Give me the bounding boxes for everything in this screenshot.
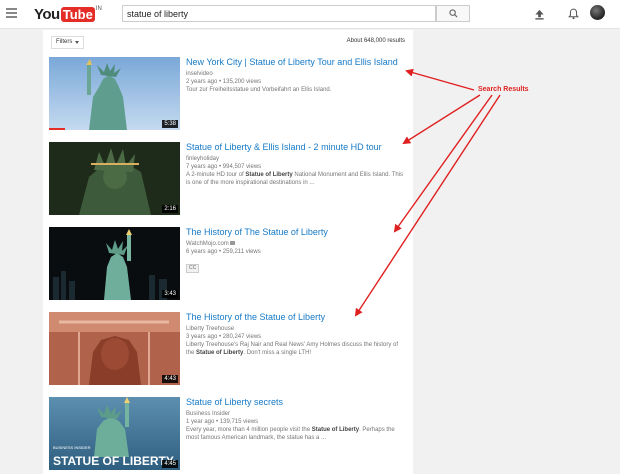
search-results-annotation: Search Results — [478, 86, 529, 93]
list-item[interactable]: 3:43 The History of The Statue of Libert… — [49, 227, 409, 301]
desc-text: A 2-minute HD tour of — [186, 172, 246, 178]
desc-text: . Don't miss a single LTH! — [243, 350, 312, 356]
watched-progress-bar — [49, 128, 65, 130]
cc-badge: CC — [186, 264, 200, 273]
notifications-bell-icon[interactable] — [568, 7, 579, 25]
video-duration: 5:38 — [162, 120, 178, 128]
logo-region: IN — [95, 6, 102, 12]
list-item[interactable]: BUSINESS INSIDER STATUE OF LIBERTY 4:45 … — [49, 397, 409, 471]
video-title[interactable]: Statue of Liberty secrets — [186, 397, 406, 408]
desc-highlight: Statue of Liberty — [245, 172, 293, 178]
video-thumbnail[interactable]: 3:43 — [49, 227, 180, 300]
video-duration: 2:16 — [162, 205, 178, 213]
thumb-small-text: BUSINESS INSIDER — [53, 445, 91, 450]
list-item[interactable]: 4:43 The History of the Statue of Libert… — [49, 312, 409, 386]
statue-image — [49, 57, 180, 130]
desc-text: Every year, more than 4 million people v… — [186, 427, 312, 433]
chevron-down-icon — [75, 41, 80, 44]
channel-name[interactable]: Liberty Treehouse — [186, 326, 406, 333]
video-thumbnail[interactable]: 5:38 — [49, 57, 180, 130]
video-duration: 3:43 — [162, 290, 178, 298]
youtube-logo[interactable]: You Tube IN — [34, 5, 102, 23]
search-button[interactable] — [436, 5, 470, 22]
filters-button[interactable]: Filters — [51, 36, 85, 49]
results-count: About 648,000 results — [346, 38, 405, 44]
avatar[interactable] — [590, 5, 605, 20]
video-title[interactable]: The History of the Statue of Liberty — [186, 312, 406, 323]
video-meta: 1 year ago • 139,715 views — [186, 419, 259, 425]
video-meta: 7 years ago • 994,507 views — [186, 164, 262, 170]
search-icon — [448, 9, 458, 18]
annotation-arrow — [405, 68, 475, 91]
thumb-title-text: STATUE OF LIBERTY — [53, 454, 174, 468]
video-description: Liberty Treehouse's Raj Nair and Real Ne… — [186, 341, 406, 357]
video-thumbnail[interactable]: BUSINESS INSIDER STATUE OF LIBERTY 4:45 — [49, 397, 180, 470]
list-item[interactable]: 2:16 Statue of Liberty & Ellis Island - … — [49, 142, 409, 216]
hamburger-menu-icon[interactable] — [6, 8, 17, 18]
channel-name[interactable]: inselvideo — [186, 71, 406, 78]
video-duration: 4:43 — [162, 375, 178, 383]
filters-label: Filters — [56, 39, 73, 45]
channel-name[interactable]: WatchMojo.com — [186, 241, 406, 248]
statue-image: BUSINESS INSIDER STATUE OF LIBERTY — [49, 397, 180, 470]
video-duration: 4:45 — [162, 460, 178, 468]
video-thumbnail[interactable]: 4:43 — [49, 312, 180, 385]
statue-image — [49, 227, 180, 300]
video-meta: 2 years ago • 135,200 views — [186, 79, 262, 85]
video-title[interactable]: Statue of Liberty & Ellis Island - 2 min… — [186, 142, 406, 153]
statue-image — [49, 142, 180, 215]
video-title[interactable]: The History of The Statue of Liberty — [186, 227, 406, 238]
video-description: Every year, more than 4 million people v… — [186, 426, 406, 442]
desc-text: Tour zur Freiheitsstatue und Vorbeifahrt… — [186, 87, 332, 93]
video-meta: 6 years ago • 259,211 views — [186, 249, 261, 255]
video-description: A 2-minute HD tour of Statue of Liberty … — [186, 171, 406, 187]
desc-highlight: Statue of Liberty — [196, 350, 244, 356]
video-meta: 3 years ago • 280,247 views — [186, 334, 262, 340]
statue-image — [49, 312, 180, 385]
logo-you-text: You — [34, 5, 60, 23]
logo-tube-text: Tube — [60, 6, 95, 22]
results-panel: Filters About 648,000 results 5:38 New Y… — [43, 30, 413, 474]
desc-highlight: Statue of Liberty — [311, 427, 360, 433]
channel-name[interactable]: Business Insider — [186, 411, 406, 418]
upload-icon[interactable] — [534, 7, 545, 25]
video-title[interactable]: New York City | Statue of Liberty Tour a… — [186, 57, 406, 68]
channel-name[interactable]: finleyholiday — [186, 156, 406, 163]
annotation-arrow — [402, 94, 481, 145]
search-input[interactable]: statue of liberty — [122, 5, 436, 22]
video-description: Tour zur Freiheitsstatue und Vorbeifahrt… — [186, 86, 406, 94]
list-item[interactable]: 5:38 New York City | Statue of Liberty T… — [49, 57, 409, 131]
verified-icon — [230, 241, 236, 246]
channel-label: WatchMojo.com — [186, 241, 229, 247]
video-thumbnail[interactable]: 2:16 — [49, 142, 180, 215]
top-bar: You Tube IN statue of liberty — [0, 0, 620, 29]
